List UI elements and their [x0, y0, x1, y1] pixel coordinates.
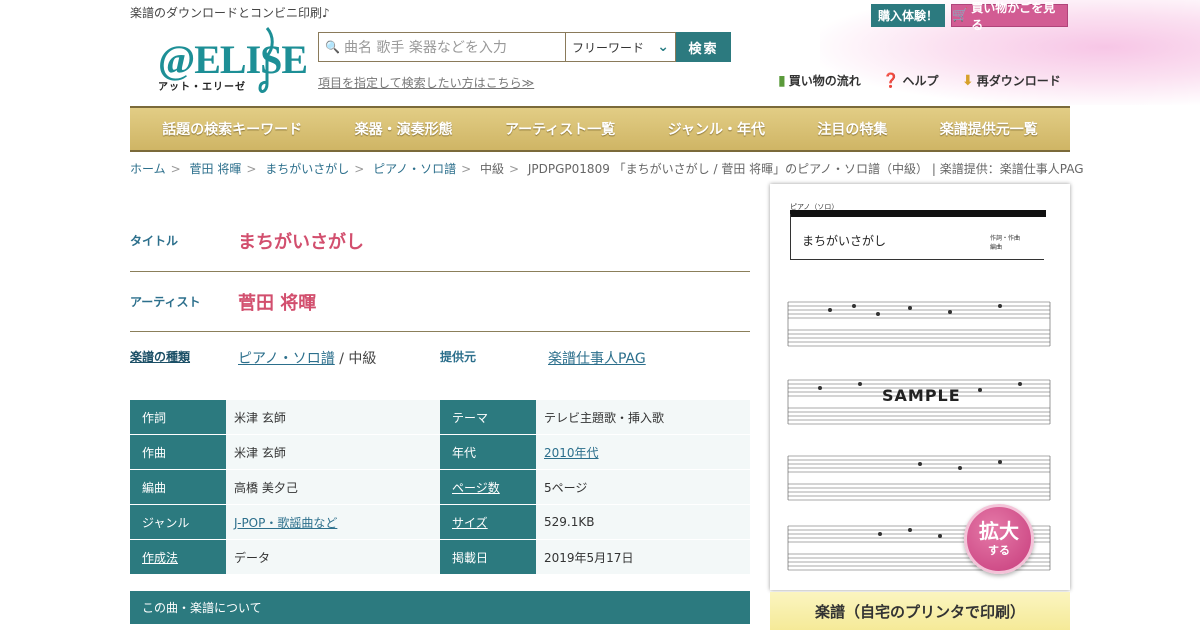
theme-value: テレビ主題歌・挿入歌: [536, 400, 750, 435]
chevron-down-icon: ⌄: [657, 39, 669, 55]
title-row: タイトル まちがいさがし: [130, 210, 750, 272]
search-input[interactable]: 🔍 曲名 歌手 楽器などを入力: [318, 32, 566, 62]
breadcrumb-home[interactable]: ホーム: [130, 162, 166, 176]
redownload-label: 再ダウンロード: [976, 74, 1061, 88]
lyricist-label: 作詞: [130, 400, 226, 435]
cart-button-label: 買い物かごを見る: [971, 0, 1056, 32]
nav-item-instruments[interactable]: 楽器・演奏形態: [355, 119, 453, 139]
table-row: 作成法 データ 掲載日 2019年5月17日: [130, 540, 750, 575]
breadcrumb-current: JPDPGP01809 「まちがいさがし / 菅田 将暉」のピアノ・ソロ譜（中級…: [527, 162, 1084, 176]
date-label: 掲載日: [440, 540, 536, 575]
redownload-link[interactable]: ⬇ 再ダウンロード: [962, 72, 1061, 89]
score-level: / 中級: [334, 351, 377, 367]
breadcrumb-level: 中級: [479, 162, 504, 176]
method-label[interactable]: 作成法: [130, 540, 226, 575]
preview-credits: 作詞・作曲 編曲: [990, 234, 1020, 252]
shopping-flow-link[interactable]: ▮ 買い物の流れ: [778, 72, 861, 89]
search-button[interactable]: 検索: [676, 32, 731, 62]
book-icon: ▮: [778, 72, 786, 89]
main-nav: 話題の検索キーワード 楽器・演奏形態 アーティスト一覧 ジャンル・年代 注目の特…: [130, 106, 1070, 152]
breadcrumb-song[interactable]: まちがいさがし: [265, 162, 349, 176]
nav-item-features[interactable]: 注目の特集: [817, 119, 887, 139]
arranger-label: 編曲: [130, 470, 226, 505]
search-mode-value: フリーワード: [572, 40, 645, 55]
pages-label[interactable]: ページ数: [440, 470, 536, 505]
page: 楽譜のダウンロードとコンビニ印刷♪ @ELISE アット・エリーゼ 🔍 曲名 歌…: [130, 0, 1084, 630]
date-value: 2019年5月17日: [536, 540, 750, 575]
question-icon: ❓: [882, 72, 900, 89]
type-row: 楽譜の種類 ピアノ・ソロ譜 / 中級 提供元 楽譜仕事人PAG: [130, 332, 750, 384]
arranger-value: 高橋 美夕己: [226, 470, 440, 505]
sample-watermark: SAMPLE: [882, 386, 961, 405]
cart-icon: 🛒: [952, 8, 969, 23]
song-title: まちがいさがし: [238, 231, 364, 253]
search-placeholder: 曲名 歌手 楽器などを入力: [343, 40, 507, 56]
provider-label: 提供元: [440, 350, 477, 364]
search-bar: 🔍 曲名 歌手 楽器などを入力 フリーワード ⌄ 検索: [318, 32, 731, 62]
logo-subtext: アット・エリーゼ: [158, 82, 246, 93]
nav-item-keywords[interactable]: 話題の検索キーワード: [162, 119, 302, 139]
nav-item-genres[interactable]: ジャンル・年代: [668, 119, 765, 139]
breadcrumb-artist[interactable]: 菅田 将暉: [190, 162, 242, 176]
info-table: 作詞 米津 玄師 テーマ テレビ主題歌・挿入歌 作曲 米津 玄師 年代 2010…: [130, 400, 750, 575]
artist-label: アーティスト: [130, 295, 201, 309]
composer-value: 米津 玄師: [226, 435, 440, 470]
genre-link[interactable]: J-POP・歌謡曲など: [226, 505, 440, 540]
about-section-header: この曲・楽譜について: [130, 591, 750, 624]
preview-credit-arranger: 編曲: [990, 244, 1003, 251]
score-preview[interactable]: ピアノ（ソロ） まちがいさがし 作詞・作曲 編曲 SAMPLE 拡大 する: [770, 184, 1070, 590]
artist-row: アーティスト 菅田 将暉: [130, 272, 750, 332]
site-tagline: 楽譜のダウンロードとコンビニ印刷♪: [130, 6, 330, 20]
breadcrumb: ホーム > 菅田 将暉 > まちがいさがし > ピアノ・ソロ譜 > 中級 > JPDPGP…: [130, 162, 1084, 176]
theme-label: テーマ: [440, 400, 536, 435]
nav-item-artists[interactable]: アーティスト一覧: [505, 119, 615, 139]
method-value: データ: [226, 540, 440, 575]
size-label[interactable]: サイズ: [440, 505, 536, 540]
era-label: 年代: [440, 435, 536, 470]
help-link[interactable]: ❓ ヘルプ: [882, 72, 938, 89]
table-row: 作曲 米津 玄師 年代 2010年代: [130, 435, 750, 470]
music-note-icon: [258, 27, 274, 93]
zoom-label-sub: する: [988, 544, 1010, 557]
advanced-search-link[interactable]: 項目を指定して検索したい方はこちら≫: [318, 74, 534, 91]
pages-value: 5ページ: [536, 470, 750, 505]
table-row: ジャンル J-POP・歌謡曲など サイズ 529.1KB: [130, 505, 750, 540]
provider-link[interactable]: 楽譜仕事人PAG: [548, 348, 646, 368]
elise-logo[interactable]: @ELISE アット・エリーゼ: [158, 22, 308, 100]
score-type-link[interactable]: ピアノ・ソロ譜: [238, 351, 335, 367]
shopping-flow-label: 買い物の流れ: [788, 74, 861, 88]
logo-text: @ELISE: [158, 37, 308, 82]
zoom-button[interactable]: 拡大 する: [964, 504, 1034, 574]
print-format-label: 楽譜（自宅のプリンタで印刷）: [770, 592, 1070, 630]
score-type-label[interactable]: 楽譜の種類: [130, 348, 238, 365]
genre-label: ジャンル: [130, 505, 226, 540]
breadcrumb-type[interactable]: ピアノ・ソロ譜: [373, 162, 456, 176]
nav-item-providers[interactable]: 楽譜提供元一覧: [940, 119, 1038, 139]
search-icon: 🔍: [325, 40, 340, 54]
lyricist-value: 米津 玄師: [226, 400, 440, 435]
score-type-value: ピアノ・ソロ譜 / 中級: [238, 348, 440, 368]
preview-song-title: まちがいさがし: [802, 234, 887, 248]
download-arrow-icon: ⬇: [962, 72, 974, 89]
search-mode-select[interactable]: フリーワード ⌄: [566, 32, 676, 62]
table-row: 編曲 高橋 美夕己 ページ数 5ページ: [130, 470, 750, 505]
composer-label: 作曲: [130, 435, 226, 470]
preview-credit-composer: 作詞・作曲: [990, 235, 1021, 242]
cart-button[interactable]: 🛒 買い物かごを見る: [951, 1, 1068, 32]
score-detail: タイトル まちがいさがし アーティスト 菅田 将暉 楽譜の種類 ピアノ・ソロ譜 …: [130, 210, 750, 384]
zoom-label-main: 拡大: [979, 519, 1019, 543]
table-row: 作詞 米津 玄師 テーマ テレビ主題歌・挿入歌: [130, 400, 750, 435]
artist-name: 菅田 将暉: [238, 292, 317, 314]
trial-button[interactable]: 購入体験！: [871, 4, 945, 27]
help-label: ヘルプ: [902, 74, 939, 88]
era-link[interactable]: 2010年代: [536, 435, 750, 470]
size-value: 529.1KB: [536, 505, 750, 540]
title-label: タイトル: [130, 234, 179, 248]
